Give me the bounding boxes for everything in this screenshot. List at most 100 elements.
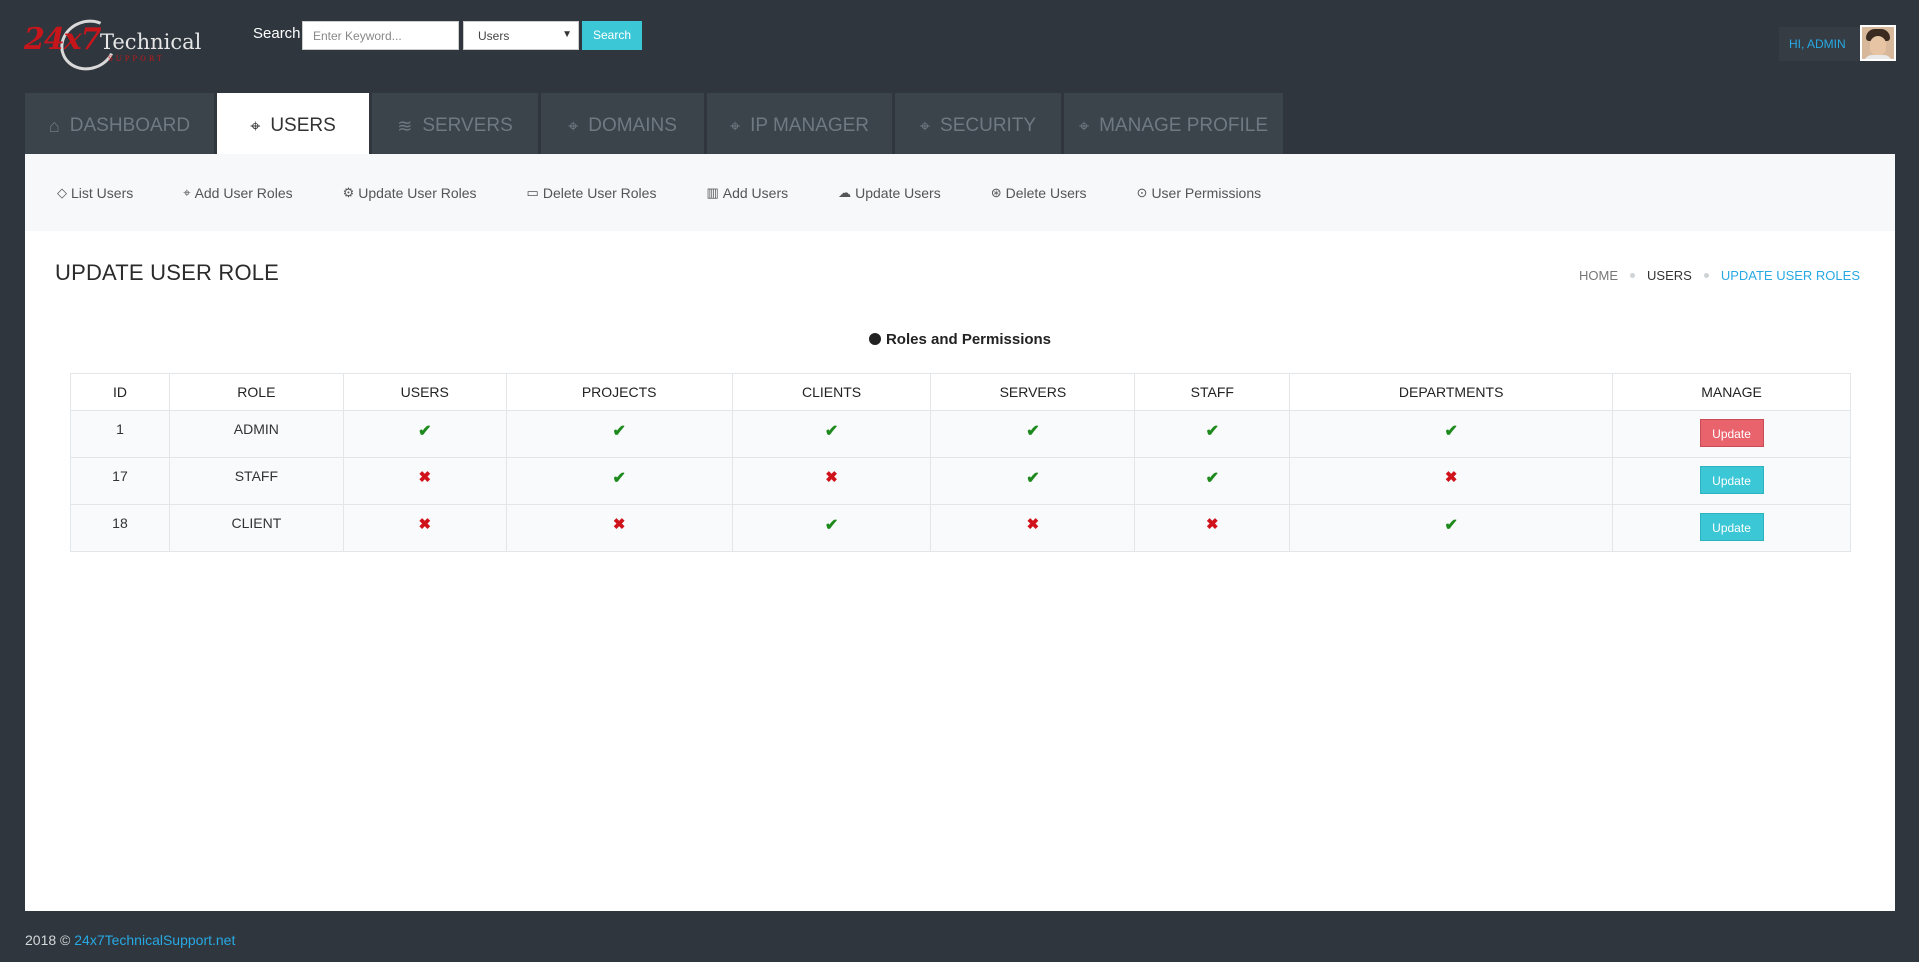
subnav-delete-user-roles[interactable]: ▭ Delete User Roles	[527, 185, 657, 201]
user-menu[interactable]: HI, ADMIN	[1779, 25, 1896, 61]
tab-security[interactable]: ⌖ SECURITY	[895, 93, 1061, 154]
breadcrumb-users[interactable]: USERS	[1647, 268, 1692, 283]
check-icon: ✔	[1205, 470, 1219, 487]
cell-permission: ✔	[342, 410, 507, 458]
cell-permission: ✔	[505, 410, 733, 458]
tab-users[interactable]: ⌖ USERS	[217, 93, 369, 154]
subnav-user-permissions[interactable]: ⊙ User Permissions	[1137, 185, 1262, 201]
search-category-select[interactable]: Users ▼	[463, 21, 579, 50]
breadcrumb: HOME USERS UPDATE USER ROLES	[1579, 268, 1860, 283]
tab-domains[interactable]: ⌖ DOMAINS	[541, 93, 704, 154]
check-icon: ✔	[1444, 423, 1458, 440]
column-header: SERVERS	[930, 373, 1136, 411]
cell-manage: Update	[1612, 504, 1851, 552]
page-title: UPDATE USER ROLE	[55, 260, 280, 285]
column-header: USERS	[342, 373, 507, 411]
tab-manage-profile[interactable]: ⌖ MANAGE PROFILE	[1064, 93, 1283, 154]
location-pin-icon: ⊙	[1136, 184, 1148, 200]
table-row: 1 ADMIN ✔ ✔ ✔ ✔ ✔ ✔ Update	[70, 410, 1851, 458]
home-icon: ⌂	[48, 116, 60, 136]
subnav-label: Delete Users	[1005, 184, 1087, 201]
roles-table: ID ROLE USERS PROJECTS CLIENTS SERVERS S…	[70, 373, 1851, 552]
cross-icon: ✖	[825, 469, 838, 486]
breadcrumb-current: UPDATE USER ROLES	[1720, 268, 1860, 283]
cell-permission: ✔	[930, 410, 1136, 458]
tag-icon: ⌖	[919, 116, 931, 136]
subnav-add-user-roles[interactable]: ⌖ Add User Roles	[183, 185, 292, 201]
caret-down-icon: ▼	[562, 29, 572, 40]
tab-dashboard[interactable]: ⌂ DASHBOARD	[25, 93, 214, 154]
cell-permission: ✔	[731, 504, 932, 552]
cell-permission: ✔	[1134, 410, 1291, 458]
footer-link[interactable]: 24x7TechnicalSupport.net	[74, 932, 235, 948]
cell-permission: ✖	[342, 457, 507, 505]
table-title: Roles and Permissions	[25, 331, 1895, 348]
table-title-text: Roles and Permissions	[885, 331, 1052, 348]
tag-icon: ⌖	[729, 116, 741, 136]
subnav-label: Update Users	[855, 184, 941, 201]
breadcrumb-separator	[1630, 273, 1636, 278]
update-button[interactable]: Update	[1699, 513, 1764, 541]
cell-permission: ✖	[930, 504, 1136, 552]
tab-servers[interactable]: ≋ SERVERS	[372, 93, 538, 154]
update-button[interactable]: Update	[1699, 466, 1764, 494]
subnav-label: Add User Roles	[194, 184, 293, 201]
cross-icon: ✖	[418, 516, 432, 533]
breadcrumb-separator	[1703, 273, 1709, 278]
tab-ip-manager[interactable]: ⌖ IP MANAGER	[707, 93, 892, 154]
footer-copyright: 2018 ©	[25, 932, 71, 948]
cell-permission: ✔	[731, 410, 932, 458]
subnav-label: List Users	[71, 184, 134, 201]
cross-icon: ✖	[418, 469, 432, 486]
check-icon: ✔	[1026, 470, 1040, 487]
cross-icon: ✖	[1206, 516, 1219, 533]
update-button[interactable]: Update	[1699, 419, 1764, 447]
subnav-list-users[interactable]: ◇ List Users	[57, 185, 133, 201]
subnav-update-users[interactable]: ☁ Update Users	[838, 185, 941, 201]
check-icon: ✔	[612, 423, 626, 440]
cell-permission: ✔	[505, 457, 733, 505]
tag-icon: ⌖	[183, 184, 191, 200]
sub-navigation: ◇ List Users ⌖ Add User Roles ⚙ Update U…	[25, 154, 1895, 231]
search-category-value: Users	[478, 29, 510, 43]
user-greeting: HI, ADMIN	[1789, 37, 1846, 51]
table-header-row: ID ROLE USERS PROJECTS CLIENTS SERVERS S…	[70, 373, 1851, 411]
tab-label: SECURITY	[940, 115, 1037, 136]
check-icon: ✔	[824, 517, 839, 534]
column-header: ROLE	[168, 373, 344, 411]
subnav-update-user-roles[interactable]: ⚙ Update User Roles	[343, 185, 477, 201]
cloud-upload-icon: ☁	[838, 184, 852, 200]
search-button[interactable]: Search	[582, 21, 642, 50]
tab-label: MANAGE PROFILE	[1099, 115, 1269, 136]
subnav-add-users[interactable]: ▥ Add Users	[706, 185, 788, 201]
cell-permission: ✖	[1134, 504, 1291, 552]
cell-id: 17	[70, 457, 170, 505]
cell-permission: ✖	[342, 504, 507, 552]
avatar[interactable]	[1860, 25, 1896, 61]
subnav-label: User Permissions	[1151, 184, 1262, 201]
cell-permission: ✖	[731, 457, 932, 505]
gear-icon: ⚙	[342, 184, 355, 200]
check-icon: ✔	[1444, 517, 1458, 534]
tag-icon: ⌖	[568, 116, 579, 136]
tag-icon: ⌖	[1078, 116, 1090, 136]
subnav-delete-users[interactable]: ⊛ Delete Users	[991, 185, 1087, 201]
table-row: 17 STAFF ✖ ✔ ✖ ✔ ✔ ✖ Update	[70, 457, 1851, 505]
search-label: Search	[253, 25, 301, 42]
logo[interactable]: 24x7 Technical SUPPORT	[24, 11, 201, 79]
logo-subtext: SUPPORT	[108, 55, 165, 63]
breadcrumb-home[interactable]: HOME	[1579, 268, 1618, 283]
search-input[interactable]	[302, 21, 459, 50]
cross-icon: ✖	[1444, 469, 1458, 486]
logo-number: 24x7	[24, 22, 102, 57]
cell-permission: ✔	[1289, 410, 1614, 458]
pie-chart-icon	[868, 333, 881, 345]
tab-label: USERS	[270, 115, 336, 136]
main-tabs: ⌂ DASHBOARD ⌖ USERS ≋ SERVERS ⌖ DOMAINS …	[25, 93, 1286, 154]
check-icon: ✔	[824, 423, 839, 440]
diamond-icon: ◇	[57, 184, 67, 200]
tab-label: DOMAINS	[588, 115, 677, 136]
cell-permission: ✔	[1134, 457, 1291, 505]
cell-role: STAFF	[168, 457, 344, 505]
logo-word: Technical	[100, 30, 202, 54]
